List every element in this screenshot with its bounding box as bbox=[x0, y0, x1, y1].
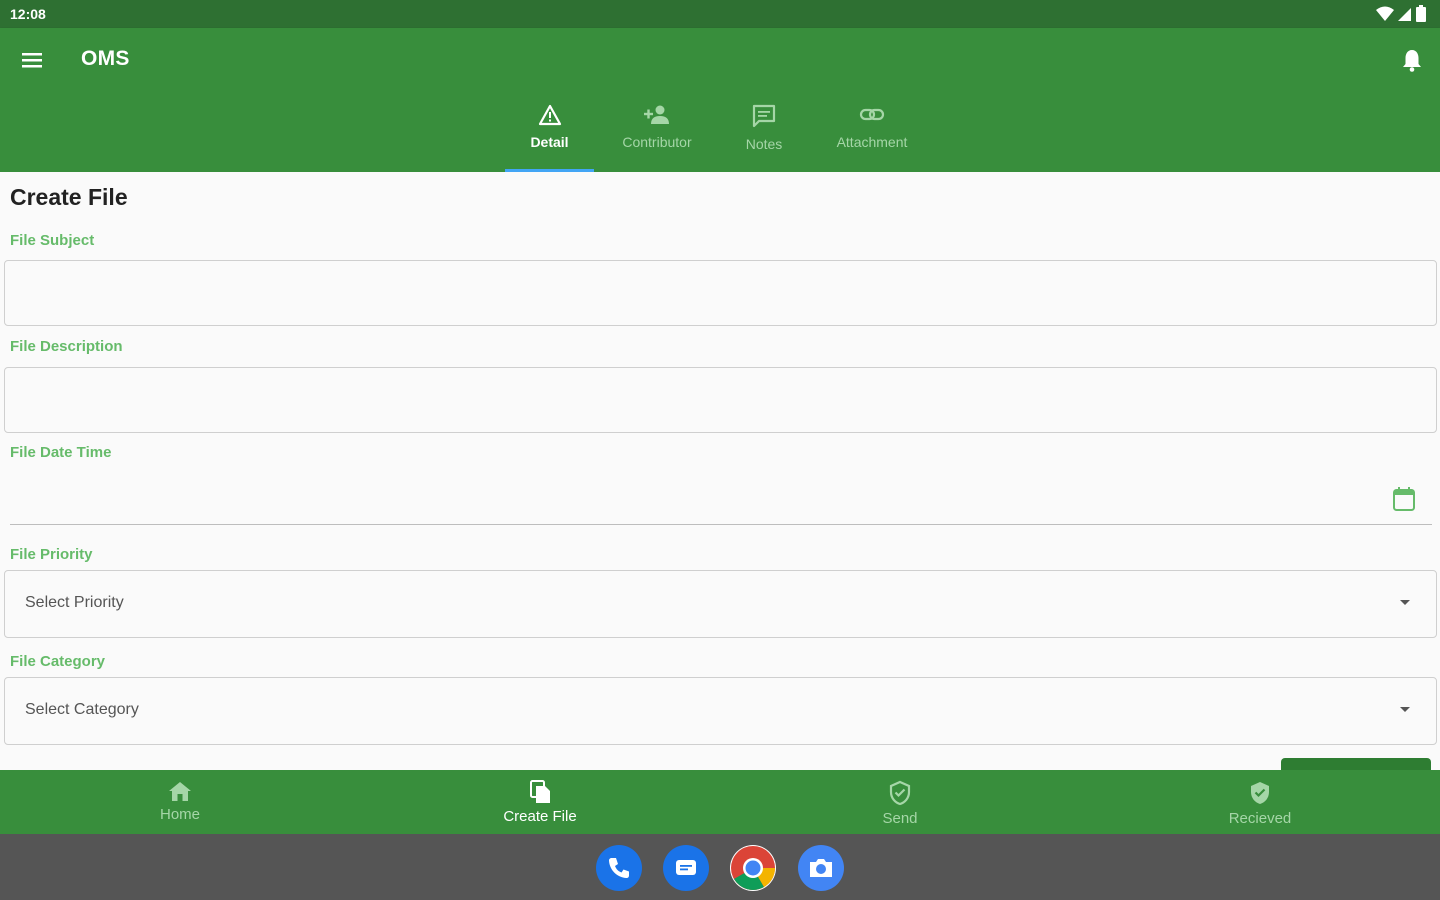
link-icon bbox=[859, 108, 885, 121]
nav-home-label: Home bbox=[159, 806, 200, 823]
file-category-select[interactable]: Select Category bbox=[4, 677, 1437, 745]
chrome-icon bbox=[731, 846, 775, 890]
file-subject-input[interactable] bbox=[4, 260, 1437, 326]
tab-bar: Detail Contributor Notes Attachment bbox=[0, 92, 1440, 172]
tab-contributor[interactable]: Contributor bbox=[608, 92, 706, 172]
file-priority-label: File Priority bbox=[10, 546, 93, 563]
file-description-input[interactable] bbox=[4, 367, 1437, 433]
app-bar: OMS bbox=[0, 28, 1440, 92]
home-icon bbox=[169, 782, 191, 801]
person-add-icon bbox=[644, 105, 669, 124]
priority-selected-value: Select Priority bbox=[25, 594, 124, 611]
chrome-app[interactable] bbox=[730, 845, 776, 891]
dropdown-arrow-icon bbox=[1400, 707, 1410, 712]
chat-icon bbox=[752, 104, 776, 128]
cell-signal-icon bbox=[1398, 7, 1411, 21]
file-copy-icon bbox=[530, 780, 550, 803]
file-priority-select[interactable]: Select Priority bbox=[4, 570, 1437, 638]
nav-send-label: Send bbox=[882, 810, 918, 827]
file-datetime-input[interactable] bbox=[10, 472, 1380, 522]
status-bar: 12:08 bbox=[0, 0, 1440, 28]
file-subject-label: File Subject bbox=[10, 232, 95, 249]
bottom-nav: Home Create File Send Recieved bbox=[0, 770, 1440, 834]
phone-icon bbox=[609, 858, 629, 878]
system-dock bbox=[0, 834, 1440, 900]
camera-app[interactable] bbox=[798, 845, 844, 891]
datetime-underline bbox=[10, 524, 1432, 525]
messages-app[interactable] bbox=[663, 845, 709, 891]
verified-shield-icon bbox=[1251, 782, 1269, 804]
phone-app[interactable] bbox=[596, 845, 642, 891]
nav-create-file[interactable]: Create File bbox=[360, 770, 720, 834]
hamburger-menu-icon bbox=[22, 53, 42, 68]
tab-attachment[interactable]: Attachment bbox=[820, 92, 924, 172]
nav-received-label: Recieved bbox=[1228, 810, 1292, 827]
tab-detail[interactable]: Detail bbox=[505, 92, 594, 172]
app-title: OMS bbox=[81, 47, 130, 70]
status-time: 12:08 bbox=[10, 6, 46, 22]
nav-create-file-label: Create File bbox=[503, 808, 577, 825]
notifications-button[interactable] bbox=[1398, 46, 1426, 74]
file-description-label: File Description bbox=[10, 338, 123, 355]
file-datetime-label: File Date Time bbox=[10, 444, 112, 461]
category-selected-value: Select Category bbox=[25, 701, 139, 718]
calendar-button[interactable] bbox=[1390, 485, 1418, 513]
dropdown-arrow-icon bbox=[1400, 600, 1410, 605]
tab-notes[interactable]: Notes bbox=[728, 92, 800, 172]
messages-icon bbox=[676, 860, 696, 875]
tab-contributor-label: Contributor bbox=[622, 134, 692, 150]
shield-check-icon bbox=[889, 780, 911, 806]
create-file-form: Create File File Subject File Descriptio… bbox=[0, 172, 1440, 772]
warning-icon bbox=[538, 104, 561, 126]
bell-icon bbox=[1403, 50, 1421, 72]
tab-notes-label: Notes bbox=[745, 136, 783, 152]
page-title: Create File bbox=[10, 184, 128, 210]
camera-icon bbox=[810, 859, 832, 877]
tab-attachment-label: Attachment bbox=[836, 134, 908, 150]
status-icons bbox=[1376, 5, 1426, 22]
file-category-label: File Category bbox=[10, 653, 106, 670]
nav-received[interactable]: Recieved bbox=[1080, 770, 1440, 834]
battery-icon bbox=[1416, 5, 1426, 22]
nav-home[interactable]: Home bbox=[0, 770, 360, 834]
nav-send[interactable]: Send bbox=[720, 770, 1080, 834]
wifi-icon bbox=[1376, 6, 1394, 21]
menu-button[interactable] bbox=[18, 46, 46, 74]
calendar-icon bbox=[1393, 487, 1415, 511]
tab-detail-label: Detail bbox=[530, 134, 569, 150]
